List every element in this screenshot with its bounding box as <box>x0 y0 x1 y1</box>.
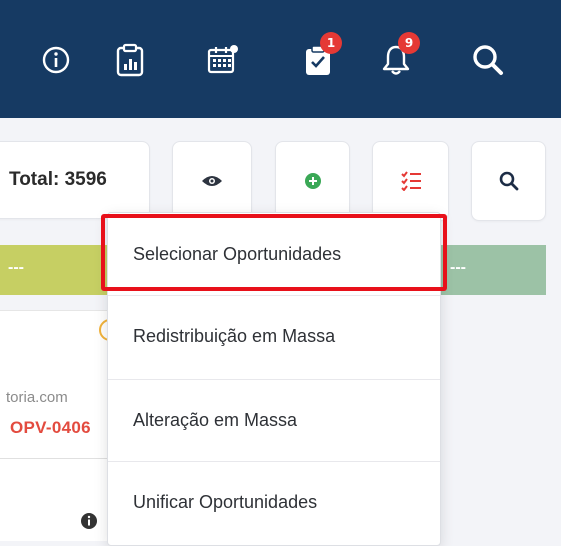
menu-item-label: Redistribuição em Massa <box>133 326 336 346</box>
notifications-count-badge: 9 <box>398 32 420 54</box>
plus-circle-icon <box>304 173 321 189</box>
view-button[interactable] <box>172 141 252 221</box>
clipboard-check-icon[interactable]: 1 <box>296 32 342 82</box>
card-divider <box>0 458 112 459</box>
info-icon[interactable] <box>80 512 98 530</box>
menu-item-mass-redistribution[interactable]: Redistribuição em Massa <box>108 295 440 377</box>
stage-column-header-left: --- <box>0 245 110 295</box>
menu-item-label: Alteração em Massa <box>133 410 298 430</box>
bulk-actions-button[interactable] <box>372 141 449 221</box>
menu-item-merge-opportunities[interactable]: Unificar Oportunidades <box>108 461 440 543</box>
column-title: --- <box>8 259 24 276</box>
card-opportunity-code[interactable]: OPV-0406 <box>10 418 91 438</box>
search-icon <box>499 171 518 191</box>
checklist-icon <box>400 171 421 191</box>
total-label: Total: 3596 <box>9 169 107 190</box>
menu-item-mass-change[interactable]: Alteração em Massa <box>108 379 440 461</box>
clipboard-chart-icon[interactable] <box>108 38 152 82</box>
eye-icon <box>202 176 222 186</box>
info-icon[interactable] <box>34 38 78 82</box>
stage-column-header-right: --- <box>438 245 546 295</box>
highlight-box <box>101 214 447 291</box>
add-button[interactable] <box>275 141 350 221</box>
column-title: --- <box>450 259 466 276</box>
card-email: toria.com <box>6 389 68 406</box>
total-count: Total: 3596 <box>0 141 150 219</box>
search-icon[interactable] <box>466 38 510 82</box>
search-button[interactable] <box>471 141 546 221</box>
calendar-icon[interactable] <box>200 38 244 82</box>
top-navbar: 1 9 <box>0 0 561 118</box>
tasks-count-badge: 1 <box>320 32 342 54</box>
bell-icon[interactable]: 9 <box>374 32 420 82</box>
menu-item-label: Unificar Oportunidades <box>133 492 318 512</box>
